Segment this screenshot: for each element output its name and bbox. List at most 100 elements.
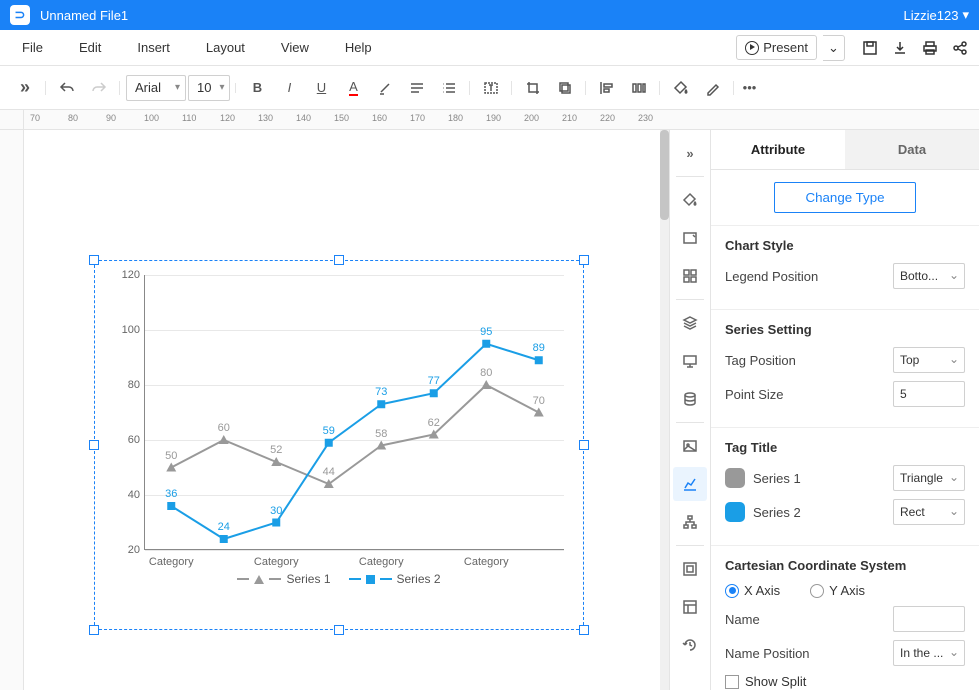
user-menu[interactable]: Lizzie123 ▾ [904, 7, 969, 23]
vertical-scrollbar-thumb[interactable] [660, 130, 669, 220]
right-icon-strip: » [669, 130, 711, 690]
legend-item-series1[interactable]: Series 1 [237, 572, 330, 586]
print-icon[interactable] [918, 36, 942, 60]
tag-title-heading: Tag Title [725, 440, 965, 455]
properties-panel: Attribute Data Change Type Chart Style L… [711, 130, 979, 690]
coord-system-heading: Cartesian Coordinate System [725, 558, 965, 573]
grid-tool-icon[interactable] [673, 259, 707, 293]
pen-button[interactable] [698, 73, 728, 103]
name-position-label: Name Position [725, 646, 893, 661]
resize-handle[interactable] [579, 255, 589, 265]
canvas[interactable]: 20406080100120CategoryCategoryCategoryCa… [24, 130, 669, 690]
series1-color-swatch[interactable] [725, 468, 745, 488]
resize-handle[interactable] [579, 440, 589, 450]
align-button[interactable] [402, 73, 432, 103]
highlight-button[interactable] [370, 73, 400, 103]
show-split-checkbox[interactable]: Show Split [725, 674, 806, 689]
legend-position-select[interactable]: Botto... [893, 263, 965, 289]
line-chart[interactable]: 20406080100120CategoryCategoryCategoryCa… [114, 275, 564, 615]
series2-label: Series 2 [753, 505, 893, 520]
shadow-button[interactable] [550, 73, 580, 103]
resize-handle[interactable] [89, 625, 99, 635]
menu-insert[interactable]: Insert [119, 40, 188, 55]
horizontal-ruler[interactable]: 7080901001101201301401501601701801902002… [24, 110, 669, 129]
tag-position-select[interactable]: Top [893, 347, 965, 373]
presentation-tool-icon[interactable] [673, 344, 707, 378]
share-icon[interactable] [948, 36, 972, 60]
tab-attribute[interactable]: Attribute [711, 130, 845, 169]
undo-button[interactable] [52, 73, 82, 103]
redo-button[interactable] [84, 73, 114, 103]
more-button[interactable]: ••• [734, 73, 764, 103]
resize-handle[interactable] [89, 255, 99, 265]
triangle-icon [254, 575, 264, 584]
menu-view[interactable]: View [263, 40, 327, 55]
fill-button[interactable] [666, 73, 696, 103]
change-type-button[interactable]: Change Type [774, 182, 915, 213]
x-axis-radio[interactable]: X Axis [725, 583, 780, 598]
resize-handle[interactable] [89, 440, 99, 450]
resize-handle[interactable] [334, 625, 344, 635]
name-input[interactable] [893, 606, 965, 632]
history-tool-icon[interactable] [673, 628, 707, 662]
text-box-button[interactable] [476, 73, 506, 103]
chevron-down-icon: ▾ [962, 7, 969, 23]
point-size-input[interactable]: 5 [893, 381, 965, 407]
legend-position-label: Legend Position [725, 269, 893, 284]
layers-tool-icon[interactable] [673, 306, 707, 340]
resize-handle[interactable] [579, 625, 589, 635]
menu-file[interactable]: File [4, 40, 61, 55]
collapse-panel-button[interactable]: » [673, 136, 707, 170]
layout-tool-icon[interactable] [673, 590, 707, 624]
chart-legend: Series 1 Series 2 [114, 572, 564, 586]
vertical-ruler[interactable] [0, 130, 24, 690]
align-objects-button[interactable] [592, 73, 622, 103]
menu-layout[interactable]: Layout [188, 40, 263, 55]
ruler-row: 7080901001101201301401501601701801902002… [0, 110, 979, 130]
underline-button[interactable]: U [306, 73, 336, 103]
vertical-scrollbar-track[interactable] [660, 130, 669, 690]
fill-tool-icon[interactable] [673, 183, 707, 217]
present-label: Present [763, 40, 808, 55]
title-bar: ⊃ Unnamed File1 Lizzie123 ▾ [0, 0, 979, 30]
chart-tool-icon[interactable] [673, 467, 707, 501]
name-position-select[interactable]: In the ... [893, 640, 965, 666]
tab-data[interactable]: Data [845, 130, 979, 169]
font-size-select[interactable]: 10 [188, 75, 230, 101]
legend-item-series2[interactable]: Series 2 [349, 572, 441, 586]
picture-tool-icon[interactable] [673, 429, 707, 463]
present-button[interactable]: Present [736, 35, 817, 60]
font-color-button[interactable]: A [338, 73, 368, 103]
font-select[interactable]: Arial [126, 75, 186, 101]
database-tool-icon[interactable] [673, 382, 707, 416]
list-button[interactable] [434, 73, 464, 103]
image-tool-icon[interactable] [673, 221, 707, 255]
italic-button[interactable]: I [274, 73, 304, 103]
point-size-label: Point Size [725, 387, 893, 402]
save-icon[interactable] [858, 36, 882, 60]
tag-position-label: Tag Position [725, 353, 893, 368]
series2-color-swatch[interactable] [725, 502, 745, 522]
series1-shape-select[interactable]: Triangle [893, 465, 965, 491]
bold-button[interactable]: B [242, 73, 272, 103]
menu-bar: File Edit Insert Layout View Help Presen… [0, 30, 979, 66]
frame-tool-icon[interactable] [673, 552, 707, 586]
series-setting-heading: Series Setting [725, 322, 965, 337]
crop-button[interactable] [518, 73, 548, 103]
name-label: Name [725, 612, 893, 627]
distribute-button[interactable] [624, 73, 654, 103]
app-logo-icon[interactable]: ⊃ [10, 5, 30, 25]
download-icon[interactable] [888, 36, 912, 60]
menu-help[interactable]: Help [327, 40, 390, 55]
rect-icon [366, 575, 375, 584]
expand-panel-button[interactable]: » [10, 73, 40, 103]
present-dropdown[interactable]: ⌄ [823, 35, 845, 61]
chart-style-heading: Chart Style [725, 238, 965, 253]
resize-handle[interactable] [334, 255, 344, 265]
format-toolbar: » Arial 10 B I U A ••• [0, 66, 979, 110]
hierarchy-tool-icon[interactable] [673, 505, 707, 539]
series2-shape-select[interactable]: Rect [893, 499, 965, 525]
y-axis-radio[interactable]: Y Axis [810, 583, 865, 598]
file-name[interactable]: Unnamed File1 [40, 8, 128, 23]
menu-edit[interactable]: Edit [61, 40, 119, 55]
